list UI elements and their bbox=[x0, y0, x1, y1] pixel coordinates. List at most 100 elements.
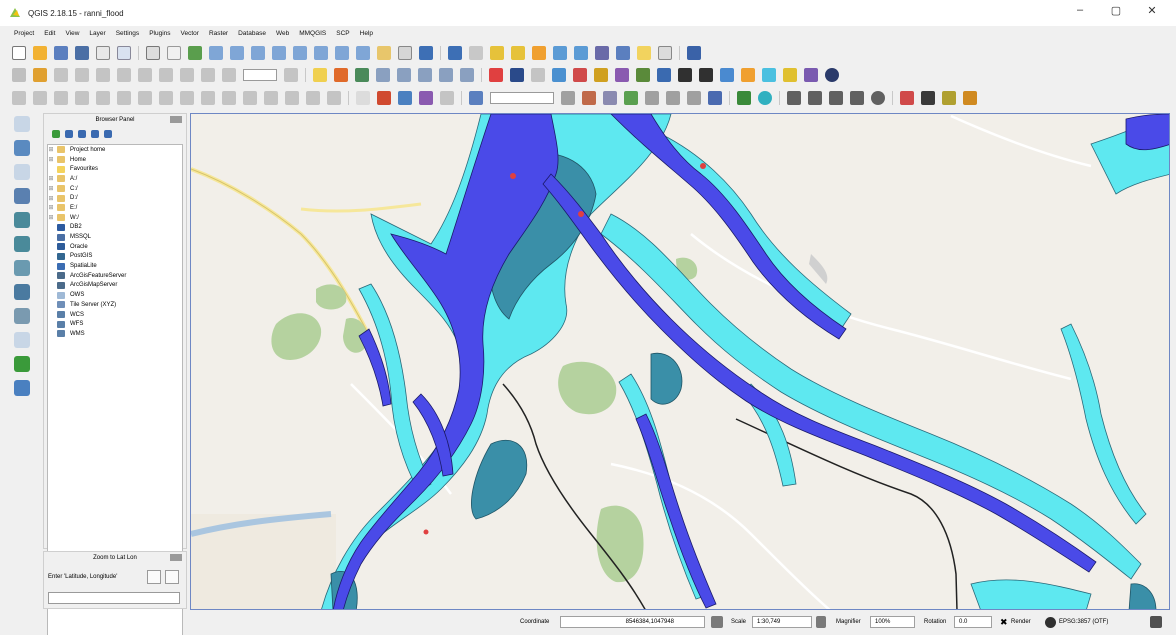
scp-rgb-icon[interactable] bbox=[531, 68, 545, 82]
browser-item-home[interactable]: ⊞ Home bbox=[48, 155, 182, 165]
menu-web[interactable]: Web bbox=[276, 30, 289, 37]
scp-band-icon[interactable] bbox=[510, 68, 524, 82]
coordinate-toggle-icon[interactable] bbox=[711, 616, 723, 628]
maximize-button[interactable]: ▢ bbox=[1104, 4, 1128, 17]
scp-roi-icon[interactable] bbox=[552, 68, 566, 82]
zoom-latlon-button[interactable] bbox=[147, 570, 161, 584]
latlon-input[interactable] bbox=[48, 592, 180, 604]
rotation-field[interactable] bbox=[243, 69, 277, 81]
print-composer-icon[interactable] bbox=[96, 46, 110, 60]
menu-mmqgis[interactable]: MMQGIS bbox=[299, 30, 326, 37]
scp-circle-icon[interactable] bbox=[871, 91, 885, 105]
action-icon[interactable] bbox=[469, 46, 483, 60]
scp-sphere-icon[interactable] bbox=[758, 91, 772, 105]
scp-binoculars-icon[interactable] bbox=[737, 91, 751, 105]
scp-export-icon[interactable] bbox=[963, 91, 977, 105]
reshape-icon[interactable] bbox=[180, 91, 194, 105]
split-features-icon[interactable] bbox=[222, 91, 236, 105]
add-wcs-layer-icon[interactable] bbox=[14, 284, 30, 300]
cut-features-icon[interactable] bbox=[159, 68, 173, 82]
show-hide-labels-icon[interactable] bbox=[397, 68, 411, 82]
rotate-label-icon[interactable] bbox=[439, 68, 453, 82]
save-edits-icon[interactable] bbox=[54, 68, 68, 82]
browser-item-a[interactable]: ⊞ A:/ bbox=[48, 174, 182, 184]
magnifier-field[interactable]: 100% bbox=[870, 616, 915, 628]
scp-palette-icon[interactable] bbox=[942, 91, 956, 105]
zoom-to-roi-icon[interactable] bbox=[398, 91, 412, 105]
new-bookmark-icon[interactable] bbox=[377, 46, 391, 60]
pan-hand-icon[interactable] bbox=[167, 46, 181, 60]
scp-grid-1-icon[interactable] bbox=[787, 91, 801, 105]
style-icon[interactable] bbox=[334, 68, 348, 82]
add-postgis-layer-icon[interactable] bbox=[14, 164, 30, 180]
add-oracle-layer-icon[interactable] bbox=[14, 236, 30, 252]
new-project-icon[interactable] bbox=[12, 46, 26, 60]
node-tool-icon[interactable] bbox=[117, 68, 131, 82]
scp-composite-icon[interactable] bbox=[624, 91, 638, 105]
scp-tools-icon[interactable] bbox=[615, 68, 629, 82]
save-as-icon[interactable] bbox=[75, 46, 89, 60]
change-label-icon[interactable] bbox=[460, 68, 474, 82]
add-wms-layer-icon[interactable] bbox=[14, 260, 30, 276]
pin-labels-icon[interactable] bbox=[376, 68, 390, 82]
browser-item-postgis[interactable]: PostGIS bbox=[48, 252, 182, 262]
zoom-next-icon[interactable] bbox=[356, 46, 370, 60]
scp-histogram-icon[interactable] bbox=[561, 91, 575, 105]
paste-features-icon[interactable] bbox=[201, 68, 215, 82]
scp-zoom-icon[interactable] bbox=[645, 91, 659, 105]
move-label-icon[interactable] bbox=[418, 68, 432, 82]
browser-item-d[interactable]: ⊞ D:/ bbox=[48, 193, 182, 203]
menu-scp[interactable]: SCP bbox=[336, 30, 349, 37]
scp-globe-icon[interactable] bbox=[825, 68, 839, 82]
undo-icon[interactable] bbox=[222, 68, 236, 82]
add-part-icon[interactable] bbox=[96, 91, 110, 105]
browser-item-arcgisfeatureserver[interactable]: ArcGisFeatureServer bbox=[48, 271, 182, 281]
add-layer-icon[interactable] bbox=[356, 91, 370, 105]
expand-icon[interactable]: ⊞ bbox=[48, 195, 54, 202]
label-icon[interactable] bbox=[313, 68, 327, 82]
refresh-browser-icon[interactable] bbox=[65, 130, 73, 138]
measure-icon[interactable] bbox=[616, 46, 630, 60]
map-canvas[interactable] bbox=[190, 113, 1170, 610]
browser-item-db2[interactable]: DB2 bbox=[48, 223, 182, 233]
save-project-icon[interactable] bbox=[54, 46, 68, 60]
expand-icon[interactable]: ⊞ bbox=[48, 146, 54, 153]
add-delimited-text-icon[interactable] bbox=[14, 332, 30, 348]
scp-edit-icon[interactable] bbox=[687, 91, 701, 105]
zoom-native-icon[interactable] bbox=[251, 46, 265, 60]
messages-icon[interactable] bbox=[1150, 616, 1162, 628]
scp-gear-icon[interactable] bbox=[850, 91, 864, 105]
rotation-field[interactable]: 0.0 bbox=[954, 616, 992, 628]
browser-item-favourites[interactable]: Favourites bbox=[48, 164, 182, 174]
filter-browser-icon[interactable] bbox=[78, 130, 86, 138]
scp-preprocessing-icon[interactable] bbox=[636, 68, 650, 82]
zoom-selection-icon[interactable] bbox=[293, 46, 307, 60]
latlon-settings-button[interactable] bbox=[165, 570, 179, 584]
menu-database[interactable]: Database bbox=[238, 30, 266, 37]
scp-batch-icon[interactable] bbox=[699, 68, 713, 82]
browser-item-ows[interactable]: OWS bbox=[48, 290, 182, 300]
crs-label[interactable]: EPSG:3857 (OTF) bbox=[1059, 619, 1108, 625]
offset-curve-icon[interactable] bbox=[201, 91, 215, 105]
menu-vector[interactable]: Vector bbox=[181, 30, 199, 37]
scp-cursor-icon[interactable] bbox=[666, 91, 680, 105]
scp-settings-icon[interactable] bbox=[720, 68, 734, 82]
attribute-table-icon[interactable] bbox=[553, 46, 567, 60]
panel-close-icon[interactable] bbox=[170, 116, 182, 123]
rotate-symbols-icon[interactable] bbox=[306, 91, 320, 105]
split-parts-icon[interactable] bbox=[243, 91, 257, 105]
scale-field[interactable]: 1:30,749 bbox=[752, 616, 812, 628]
expand-icon[interactable]: ⊞ bbox=[48, 175, 54, 182]
scp-color-icon[interactable] bbox=[582, 91, 596, 105]
browser-item-arcgismapserver[interactable]: ArcGisMapServer bbox=[48, 281, 182, 291]
refresh-icon[interactable] bbox=[419, 46, 433, 60]
scp-input-icon[interactable] bbox=[469, 91, 483, 105]
scp-pin-icon[interactable] bbox=[900, 91, 914, 105]
scp-refresh-icon[interactable] bbox=[603, 91, 617, 105]
browser-item-wcs[interactable]: WCS bbox=[48, 310, 182, 320]
move-feature-icon[interactable] bbox=[96, 68, 110, 82]
new-shapefile-icon[interactable] bbox=[14, 356, 30, 372]
menu-project[interactable]: Project bbox=[14, 30, 34, 37]
menu-raster[interactable]: Raster bbox=[209, 30, 228, 37]
expand-icon[interactable]: ⊞ bbox=[48, 214, 54, 221]
